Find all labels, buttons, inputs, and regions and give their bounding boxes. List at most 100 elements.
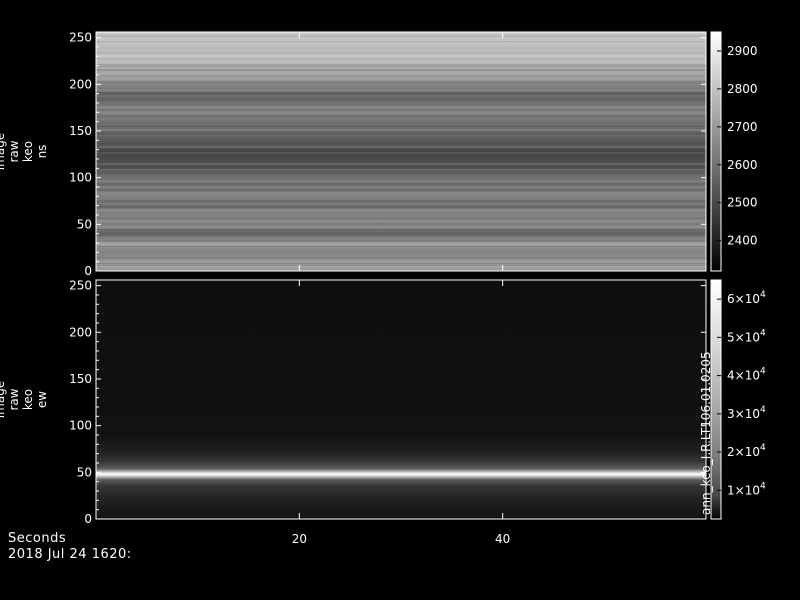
- y-tick-label: 50: [77, 217, 92, 231]
- heatmap-stripe: [96, 89, 706, 92]
- y-tick-label: 150: [69, 372, 92, 386]
- heatmap-stripe: [96, 146, 706, 148]
- heatmap-stripe: [96, 98, 706, 101]
- y-axis-label-word: raw: [7, 388, 21, 410]
- y-axis-label-word: image: [0, 381, 7, 418]
- heatmap-stripe: [96, 78, 706, 80]
- heatmap-stripe: [96, 38, 706, 41]
- colorbar-tick-label: 2500: [727, 196, 758, 210]
- heatmap-stripe: [96, 115, 706, 118]
- heatmap-stripe: [96, 217, 706, 220]
- heatmap-stripe: [96, 149, 706, 152]
- heatmap-stripe: [96, 169, 706, 170]
- heatmap-stripe: [96, 58, 706, 59]
- heatmap-stripe: [96, 206, 706, 208]
- keogram-figure: 050100150200250image raw keo ns240025002600…: [0, 31, 766, 546]
- colorbar-tick-label: 6×104: [727, 290, 766, 306]
- heatmap-stripe: [96, 75, 706, 76]
- y-tick-label: 250: [69, 31, 92, 45]
- colorbar-tick-label: 2700: [727, 120, 758, 134]
- heatmap-stripe: [96, 223, 706, 225]
- heatmap-stripe: [96, 257, 706, 259]
- heatmap-stripe: [96, 61, 706, 63]
- heatmap-stripe: [96, 69, 706, 71]
- heatmap-stripe: [96, 229, 706, 230]
- y-tick-label: 150: [69, 124, 92, 138]
- colorbar-tick-label: 2×104: [727, 443, 766, 459]
- heatmap-stripe: [96, 220, 706, 221]
- y-tick-label: 200: [69, 77, 92, 91]
- heatmap-stripe: [96, 92, 706, 93]
- date-label: 2018 Jul 24 1620:: [8, 547, 132, 562]
- colorbar-tick-label: 3×104: [727, 405, 766, 421]
- heatmap-stripe: [96, 186, 706, 187]
- x-axis-label: Seconds: [8, 531, 67, 546]
- heatmap-stripe: [96, 55, 706, 58]
- side-label: ann_keo_I.R.LT106.01.0205: [699, 351, 713, 515]
- heatmap-stripe: [96, 263, 706, 264]
- heatmap-stripe: [96, 72, 706, 75]
- colorbar-tick-label: 2800: [727, 82, 758, 96]
- heatmap-stripe: [96, 260, 706, 263]
- x-tick-label: 20: [292, 532, 307, 546]
- heatmap-stripe: [96, 243, 706, 246]
- heatmap-stripe: [96, 95, 706, 97]
- heatmap-stripe: [96, 266, 706, 268]
- heatmap-stripe: [96, 200, 706, 203]
- heatmap-stripe: [96, 254, 706, 255]
- y-axis-label-word: keo: [21, 389, 35, 410]
- y-tick-label: 100: [69, 419, 92, 433]
- heatmap-stripe: [96, 226, 706, 229]
- y-axis-label: image raw keo ew: [0, 381, 49, 418]
- y-axis-label-word: ew: [35, 391, 49, 408]
- heatmap-stripe: [96, 209, 706, 212]
- heatmap-stripe: [96, 192, 706, 195]
- heatmap-image: [96, 280, 706, 519]
- heatmap-stripe: [96, 126, 706, 127]
- y-axis-label-word: raw: [7, 140, 21, 162]
- colorbar: [710, 31, 722, 272]
- y-axis-label: image raw keo ns: [0, 133, 49, 170]
- heatmap-stripe: [96, 106, 706, 109]
- y-axis-label-word: keo: [21, 141, 35, 162]
- colorbar-tick-label: 4×104: [727, 367, 766, 383]
- y-axis-label-word: ns: [35, 145, 49, 159]
- colorbar-tick-label: 2400: [727, 234, 758, 248]
- heatmap-stripe: [96, 246, 706, 247]
- y-tick-label: 100: [69, 171, 92, 185]
- heatmap-stripe: [96, 163, 706, 165]
- x-tick-label: 40: [495, 532, 510, 546]
- heatmap-stripe: [96, 44, 706, 46]
- panel-ns: 0 50 100 150 200 250 image raw keo ns 2400 2500 2600…: [0, 31, 758, 278]
- heatmap-stripe: [96, 81, 706, 84]
- colorbar-tick-label: 2900: [727, 44, 758, 58]
- heatmap-stripe: [96, 35, 706, 37]
- heatmap-stripe: [96, 135, 706, 136]
- y-tick-label: 0: [84, 264, 92, 278]
- heatmap-stripe: [96, 172, 706, 174]
- heatmap-stripe: [96, 41, 706, 42]
- y-tick-label: 200: [69, 325, 92, 339]
- colorbar-tick-label: 1×104: [727, 481, 766, 497]
- y-axis-label-word: image: [0, 133, 7, 170]
- heatmap-stripe: [96, 203, 706, 204]
- y-tick-label: 250: [69, 279, 92, 293]
- y-tick-label: 50: [77, 465, 92, 479]
- heatmap-stripe: [96, 64, 706, 67]
- heatmap-stripe: [96, 183, 706, 186]
- heatmap-stripe: [96, 109, 706, 110]
- heatmap-stripe: [96, 166, 706, 169]
- heatmap-stripe: [96, 112, 706, 114]
- heatmap-stripe: [96, 143, 706, 144]
- heatmap-stripe: [96, 129, 706, 131]
- colorbar-tick-label: 2600: [727, 158, 758, 172]
- y-tick-label: 0: [84, 512, 92, 526]
- heatmap-stripe: [96, 237, 706, 238]
- heatmap-stripe: [96, 155, 706, 157]
- heatmap-stripe: [96, 189, 706, 191]
- heatmap-stripe: [96, 118, 706, 119]
- heatmap-stripe: [96, 240, 706, 242]
- heatmap-stripe: [96, 180, 706, 182]
- panel-ew: 0 50 100 150 200 250 image raw keo ew 1×104 2×104 3×…: [0, 279, 766, 546]
- heatmap-stripe: [96, 152, 706, 153]
